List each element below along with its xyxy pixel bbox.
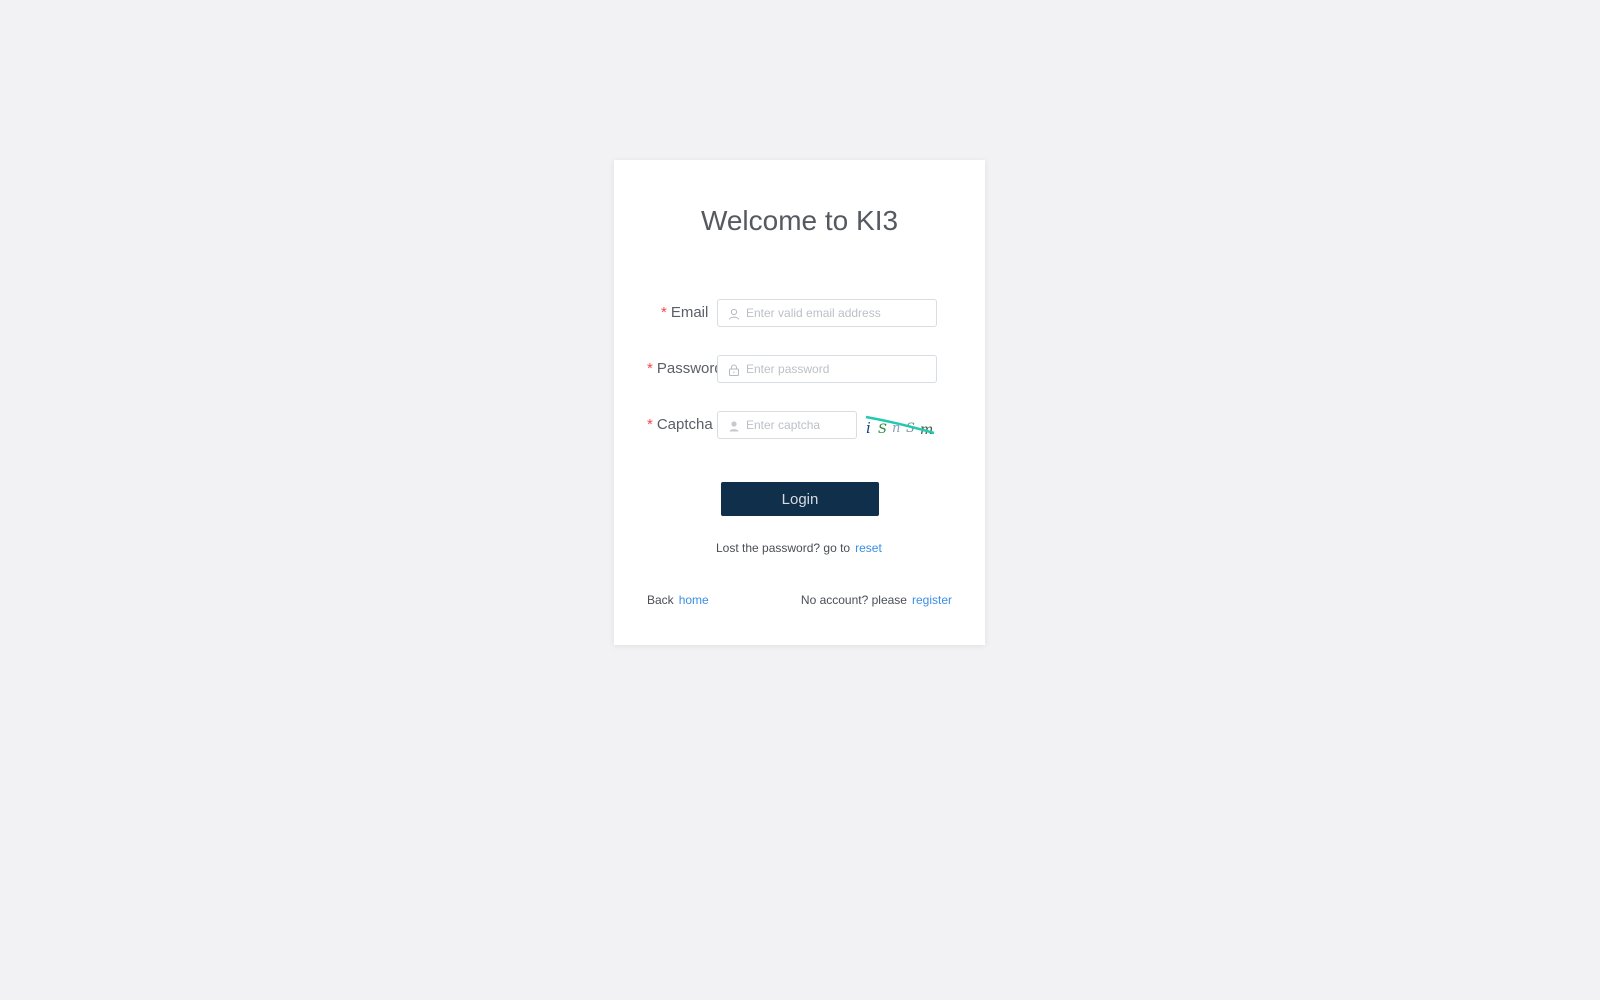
reset-prompt: Lost the password? go to bbox=[716, 541, 851, 555]
reset-line: Lost the password? go to reset bbox=[716, 541, 882, 555]
captcha-char-2: S bbox=[878, 422, 887, 437]
page-title: Welcome to KI3 bbox=[700, 205, 899, 236]
captcha-image[interactable]: i S n S m bbox=[864, 413, 938, 439]
captcha-label: * Captcha bbox=[647, 411, 713, 439]
register-prompt: No account? please bbox=[800, 593, 907, 607]
captcha-label-text: Captcha bbox=[656, 416, 713, 433]
captcha-row: *Captcha i S n S m bbox=[614, 411, 985, 439]
register-link[interactable]: register bbox=[912, 593, 952, 607]
register-line: No account? please register bbox=[801, 593, 952, 607]
email-field[interactable] bbox=[717, 299, 937, 327]
back-line: Back home bbox=[647, 593, 709, 607]
password-label-text: Password bbox=[656, 360, 723, 377]
reset-link[interactable]: reset bbox=[855, 541, 882, 555]
password-label: * Password bbox=[647, 355, 723, 383]
captcha-char-1: i bbox=[866, 419, 871, 437]
password-field[interactable] bbox=[717, 355, 937, 383]
back-prompt: Back bbox=[647, 593, 674, 607]
email-label: * Email bbox=[661, 299, 708, 327]
required-mark: * bbox=[661, 304, 667, 321]
lock-icon bbox=[728, 363, 740, 376]
captcha-input[interactable] bbox=[746, 412, 850, 438]
user-icon bbox=[728, 307, 740, 320]
required-mark: * bbox=[647, 416, 653, 433]
email-row: * Email bbox=[614, 299, 985, 327]
password-input[interactable] bbox=[746, 356, 930, 382]
required-mark: * bbox=[647, 360, 653, 377]
user-icon bbox=[728, 419, 740, 432]
email-input[interactable] bbox=[746, 300, 930, 326]
password-row: * Password bbox=[614, 355, 985, 383]
login-card: Welcome to KI3 *Email *Password *Captcha bbox=[614, 160, 985, 645]
captcha-field[interactable] bbox=[717, 411, 857, 439]
home-link[interactable]: home bbox=[679, 593, 709, 607]
email-label-text: Email bbox=[670, 304, 709, 321]
login-button[interactable]: Login bbox=[721, 482, 879, 516]
